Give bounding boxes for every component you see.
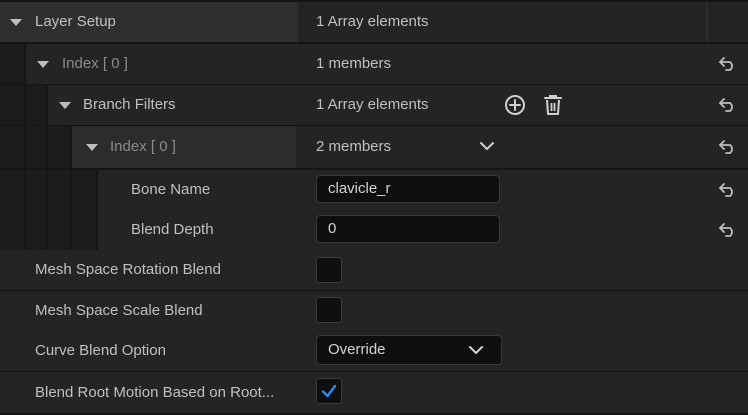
indent-guide (26, 85, 48, 125)
blend-depth-name-cell: Blend Depth (0, 210, 296, 250)
row-blend-root-motion: Blend Root Motion Based on Root... (0, 372, 748, 413)
index-0-value-cell: 1 members (298, 44, 706, 84)
layer-setup-label: Layer Setup (35, 13, 116, 30)
mesh-space-scale-blend-label: Mesh Space Scale Blend (35, 302, 203, 319)
curve-blend-name-cell: Curve Blend Option (0, 331, 296, 371)
row-mesh-space-scale-blend: Mesh Space Scale Blend (0, 291, 748, 331)
index-0-value: 1 members (316, 55, 392, 72)
index-0-name-cell[interactable]: Index [ 0 ] (0, 44, 296, 84)
indent-guide (26, 210, 48, 250)
reset-arrow-icon[interactable] (718, 56, 738, 72)
expand-arrow-icon[interactable] (10, 19, 22, 26)
mesh-scale-value-cell (298, 291, 706, 331)
indent-guide (0, 85, 26, 125)
chevron-down-icon (469, 346, 483, 354)
reset-arrow-icon[interactable] (718, 222, 738, 238)
reset-arrow-icon[interactable] (718, 139, 738, 155)
indent-guide (48, 126, 72, 168)
blend-depth-label: Blend Depth (131, 221, 214, 238)
blend-depth-field[interactable]: 0 (316, 215, 500, 243)
blend-root-motion-checkbox[interactable] (316, 378, 342, 404)
reset-arrow-icon[interactable] (718, 182, 738, 198)
indent-guide (26, 126, 48, 168)
indent-guide (72, 210, 98, 250)
branch-filters-value-cell: 1 Array elements (298, 85, 706, 125)
layer-setup-value: 1 Array elements (316, 13, 429, 30)
bone-name-field[interactable]: clavicle_r (316, 175, 500, 203)
row-bone-name: Bone Name clavicle_r (0, 170, 748, 210)
add-element-icon[interactable] (504, 94, 526, 116)
expand-arrow-icon[interactable] (37, 61, 49, 68)
row-layer-setup: Layer Setup 1 Array elements (0, 2, 748, 42)
mesh-space-rotation-blend-checkbox[interactable] (316, 257, 342, 283)
branch-filters-value: 1 Array elements (316, 96, 429, 113)
branch-filters-name-cell[interactable]: Branch Filters (0, 85, 296, 125)
layer-setup-reset-cell (708, 2, 748, 42)
mesh-space-rotation-blend-label: Mesh Space Rotation Blend (35, 261, 221, 278)
bone-name-reset-cell (708, 170, 748, 210)
blend-depth-reset-cell (708, 210, 748, 250)
branch-filters-reset-cell (708, 85, 748, 125)
index-0-inner-name-cell[interactable]: Index [ 0 ] (0, 126, 296, 168)
index-0-inner-value: 2 members (316, 138, 392, 155)
mesh-scale-reset-cell (708, 291, 748, 331)
expand-arrow-icon[interactable] (86, 144, 98, 151)
row-curve-blend-option: Curve Blend Option Override (0, 331, 748, 371)
index-0-inner-reset-cell (708, 126, 748, 168)
index-0-inner-value-cell: 2 members (298, 126, 706, 168)
bone-name-value-cell: clavicle_r (298, 170, 706, 210)
trash-icon[interactable] (543, 94, 563, 116)
indent-guide (0, 210, 26, 250)
curve-blend-option-label: Curve Blend Option (35, 342, 166, 359)
index-0-reset-cell (708, 44, 748, 84)
checkmark-icon (321, 384, 337, 398)
curve-blend-option-dropdown[interactable]: Override (316, 335, 502, 365)
index-0-label: Index [ 0 ] (62, 55, 128, 72)
indent-guide (48, 170, 72, 210)
details-panel: Layer Setup 1 Array elements Index [ 0 ]… (0, 0, 748, 415)
indent-guide (0, 44, 26, 84)
blend-root-motion-name-cell: Blend Root Motion Based on Root... (0, 372, 296, 413)
indent-guide (26, 170, 48, 210)
index-0-inner-label: Index [ 0 ] (110, 138, 176, 155)
indent-guide (72, 170, 98, 210)
curve-blend-option-value: Override (328, 341, 386, 358)
curve-blend-value-cell: Override (298, 331, 706, 371)
indent-guide (0, 170, 26, 210)
chevron-down-icon[interactable] (480, 141, 494, 151)
reset-arrow-icon[interactable] (718, 97, 738, 113)
row-mesh-space-rotation-blend: Mesh Space Rotation Blend (0, 250, 748, 290)
mesh-scale-name-cell: Mesh Space Scale Blend (0, 291, 296, 331)
indent-guide (0, 126, 26, 168)
mesh-rotation-name-cell: Mesh Space Rotation Blend (0, 250, 296, 290)
row-index-0: Index [ 0 ] 1 members (0, 44, 748, 84)
branch-filters-label: Branch Filters (83, 96, 176, 113)
mesh-rotation-value-cell (298, 250, 706, 290)
curve-blend-reset-cell (708, 331, 748, 371)
row-index-0-inner: Index [ 0 ] 2 members (0, 126, 748, 168)
blend-root-motion-value-cell (298, 372, 706, 413)
row-blend-depth: Blend Depth 0 (0, 210, 748, 250)
layer-setup-name-cell[interactable]: Layer Setup (0, 2, 296, 42)
bone-name-label: Bone Name (131, 181, 211, 198)
layer-setup-value-cell: 1 Array elements (298, 2, 706, 42)
mesh-space-scale-blend-checkbox[interactable] (316, 297, 342, 323)
blend-root-motion-label: Blend Root Motion Based on Root... (35, 384, 275, 401)
blend-root-motion-reset-cell (708, 372, 748, 413)
indent-guide (48, 210, 72, 250)
expand-arrow-icon[interactable] (59, 102, 71, 109)
bone-name-name-cell: Bone Name (0, 170, 296, 210)
blend-depth-value-cell: 0 (298, 210, 706, 250)
row-branch-filters: Branch Filters 1 Array elements (0, 85, 748, 125)
mesh-rotation-reset-cell (708, 250, 748, 290)
